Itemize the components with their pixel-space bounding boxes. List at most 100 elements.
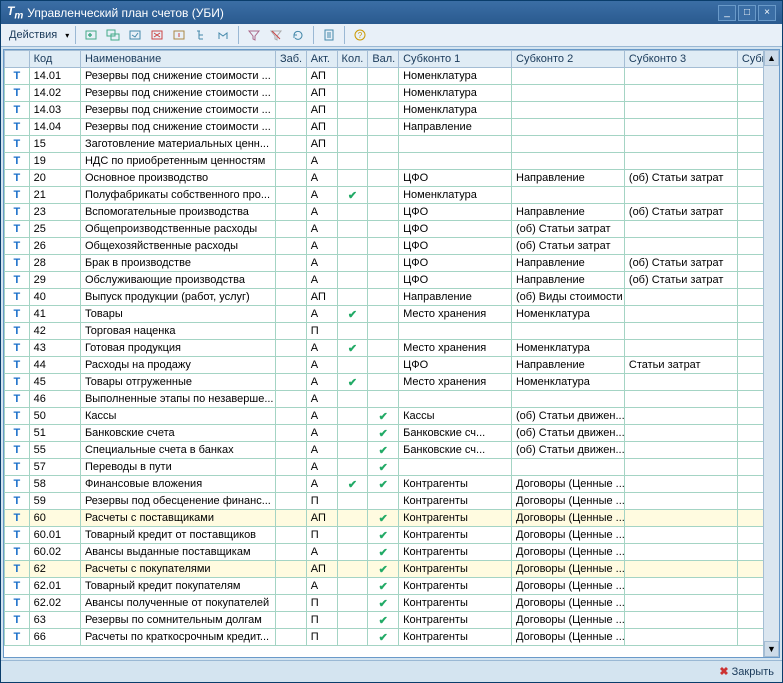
filter-off-icon[interactable] bbox=[267, 26, 285, 44]
filter-icon[interactable] bbox=[245, 26, 263, 44]
titlebar[interactable]: Tт Управленческий план счетов (УБИ) _ □ … bbox=[1, 1, 782, 24]
cell-code: 55 bbox=[29, 442, 80, 459]
cell-zab bbox=[275, 221, 306, 238]
minimize-button[interactable]: _ bbox=[718, 5, 736, 21]
table-row[interactable]: T60.02Авансы выданные поставщикамА✔Контр… bbox=[5, 544, 779, 561]
cell-sub2 bbox=[512, 119, 625, 136]
cell-val: ✔ bbox=[368, 510, 399, 527]
cell-sub2 bbox=[512, 323, 625, 340]
table-row[interactable]: T63Резервы по сомнительным долгамП✔Контр… bbox=[5, 612, 779, 629]
cell-val bbox=[368, 357, 399, 374]
table-row[interactable]: T14.01Резервы под снижение стоимости ...… bbox=[5, 68, 779, 85]
refresh-icon[interactable] bbox=[289, 26, 307, 44]
cell-kol bbox=[337, 595, 368, 612]
grid[interactable]: Код Наименование Заб. Акт. Кол. Вал. Суб… bbox=[3, 49, 780, 658]
cell-zab bbox=[275, 442, 306, 459]
mark-delete-icon[interactable] bbox=[170, 26, 188, 44]
actions-menu[interactable]: Действия bbox=[5, 27, 61, 43]
table-row[interactable]: T55Специальные счета в банкахА✔Банковски… bbox=[5, 442, 779, 459]
cell-kol bbox=[337, 102, 368, 119]
cell-name: Банковские счета bbox=[80, 425, 275, 442]
table-row[interactable]: T66Расчеты по краткосрочным кредит...П✔К… bbox=[5, 629, 779, 646]
move-icon[interactable] bbox=[214, 26, 232, 44]
col-sub2[interactable]: Субконто 2 bbox=[512, 51, 625, 68]
help-icon[interactable]: ? bbox=[351, 26, 369, 44]
cell-name: Выполненные этапы по незаверше... bbox=[80, 391, 275, 408]
table-row[interactable]: T60Расчеты с поставщикамиАП✔КонтрагентыД… bbox=[5, 510, 779, 527]
cell-code: 28 bbox=[29, 255, 80, 272]
cell-akt: А bbox=[306, 340, 337, 357]
col-zab[interactable]: Заб. bbox=[275, 51, 306, 68]
cell-akt: А bbox=[306, 306, 337, 323]
table-row[interactable]: T62.02Авансы полученные от покупателейП✔… bbox=[5, 595, 779, 612]
table-row[interactable]: T46Выполненные этапы по незаверше...А bbox=[5, 391, 779, 408]
add-sub-icon[interactable] bbox=[104, 26, 122, 44]
report-icon[interactable] bbox=[320, 26, 338, 44]
table-row[interactable]: T23Вспомогательные производстваАЦФОНапра… bbox=[5, 204, 779, 221]
hierarchy-icon[interactable] bbox=[192, 26, 210, 44]
table-row[interactable]: T50КассыА✔Кассы(об) Статьи движен... bbox=[5, 408, 779, 425]
cell-kol bbox=[337, 527, 368, 544]
cell-sub2: (об) Статьи движен... bbox=[512, 425, 625, 442]
delete-icon[interactable] bbox=[148, 26, 166, 44]
col-name[interactable]: Наименование bbox=[80, 51, 275, 68]
table-row[interactable]: T14.03Резервы под снижение стоимости ...… bbox=[5, 102, 779, 119]
cell-akt: П bbox=[306, 629, 337, 646]
cell-code: 43 bbox=[29, 340, 80, 357]
table-row[interactable]: T19НДС по приобретенным ценностямА bbox=[5, 153, 779, 170]
cell-kol bbox=[337, 408, 368, 425]
vertical-scrollbar[interactable]: ▲ ▼ bbox=[763, 50, 779, 657]
table-row[interactable]: T58Финансовые вложенияА✔✔КонтрагентыДого… bbox=[5, 476, 779, 493]
table-row[interactable]: T41ТоварыА✔Место храненияНоменклатура bbox=[5, 306, 779, 323]
table-row[interactable]: T51Банковские счетаА✔Банковские сч...(об… bbox=[5, 425, 779, 442]
table-row[interactable]: T42Торговая наценкаП bbox=[5, 323, 779, 340]
close-window-button[interactable]: × bbox=[758, 5, 776, 21]
table-row[interactable]: T45Товары отгруженныеА✔Место храненияНом… bbox=[5, 374, 779, 391]
cell-code: 60.01 bbox=[29, 527, 80, 544]
cell-sub2: Договоры (Ценные ... bbox=[512, 578, 625, 595]
col-type[interactable] bbox=[5, 51, 30, 68]
edit-icon[interactable] bbox=[126, 26, 144, 44]
close-button[interactable]: ✖ Закрыть bbox=[719, 665, 774, 678]
table-row[interactable]: T15Заготовление материальных ценн...АП bbox=[5, 136, 779, 153]
cell-sub3 bbox=[624, 289, 737, 306]
cell-sub2 bbox=[512, 85, 625, 102]
cell-name: Резервы под снижение стоимости ... bbox=[80, 102, 275, 119]
col-sub1[interactable]: Субконто 1 bbox=[399, 51, 512, 68]
table-row[interactable]: T57Переводы в путиА✔ bbox=[5, 459, 779, 476]
col-sub3[interactable]: Субконто 3 bbox=[624, 51, 737, 68]
table-row[interactable]: T59Резервы под обесценение финанс...ПКон… bbox=[5, 493, 779, 510]
row-type-icon: T bbox=[5, 119, 30, 136]
col-kol[interactable]: Кол. bbox=[337, 51, 368, 68]
cell-sub1: Номенклатура bbox=[399, 102, 512, 119]
table-row[interactable]: T60.01Товарный кредит от поставщиковП✔Ко… bbox=[5, 527, 779, 544]
table-row[interactable]: T43Готовая продукцияА✔Место храненияНоме… bbox=[5, 340, 779, 357]
table-row[interactable]: T28Брак в производствеАЦФОНаправление(об… bbox=[5, 255, 779, 272]
scroll-up-icon[interactable]: ▲ bbox=[764, 50, 779, 66]
cell-sub3 bbox=[624, 629, 737, 646]
table-row[interactable]: T29Обслуживающие производстваАЦФОНаправл… bbox=[5, 272, 779, 289]
cell-zab bbox=[275, 493, 306, 510]
table-row[interactable]: T40Выпуск продукции (работ, услуг)АПНапр… bbox=[5, 289, 779, 306]
table-row[interactable]: T14.04Резервы под снижение стоимости ...… bbox=[5, 119, 779, 136]
col-akt[interactable]: Акт. bbox=[306, 51, 337, 68]
cell-name: Финансовые вложения bbox=[80, 476, 275, 493]
table-row[interactable]: T62.01Товарный кредит покупателямА✔Контр… bbox=[5, 578, 779, 595]
col-code[interactable]: Код bbox=[29, 51, 80, 68]
cell-akt: П bbox=[306, 527, 337, 544]
table-row[interactable]: T14.02Резервы под снижение стоимости ...… bbox=[5, 85, 779, 102]
table-row[interactable]: T26Общехозяйственные расходыАЦФО(об) Ста… bbox=[5, 238, 779, 255]
table-row[interactable]: T25Общепроизводственные расходыАЦФО(об) … bbox=[5, 221, 779, 238]
maximize-button[interactable]: □ bbox=[738, 5, 756, 21]
table-row[interactable]: T44Расходы на продажуАЦФОНаправлениеСтат… bbox=[5, 357, 779, 374]
table-row[interactable]: T21Полуфабрикаты собственного про...А✔Но… bbox=[5, 187, 779, 204]
table-row[interactable]: T20Основное производствоАЦФОНаправление(… bbox=[5, 170, 779, 187]
scroll-down-icon[interactable]: ▼ bbox=[764, 641, 779, 657]
col-val[interactable]: Вал. bbox=[368, 51, 399, 68]
add-icon[interactable] bbox=[82, 26, 100, 44]
table-row[interactable]: T62Расчеты с покупателямиАП✔КонтрагентыД… bbox=[5, 561, 779, 578]
cell-code: 46 bbox=[29, 391, 80, 408]
cell-name: НДС по приобретенным ценностям bbox=[80, 153, 275, 170]
cell-sub3 bbox=[624, 561, 737, 578]
cell-sub1 bbox=[399, 136, 512, 153]
